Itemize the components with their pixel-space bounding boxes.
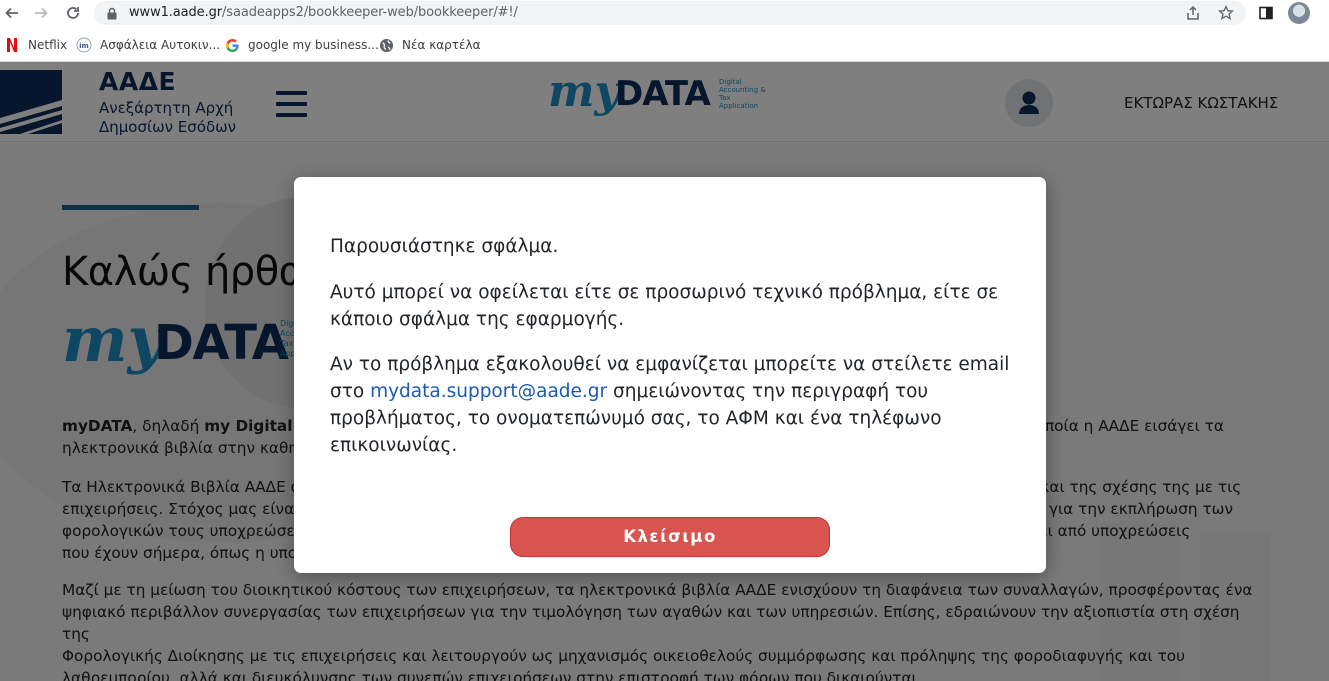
error-title: Παρουσιάστηκε σφάλμα. <box>330 236 559 257</box>
error-cause: Αυτό μπορεί να οφείλεται είτε σε προσωρι… <box>330 282 999 330</box>
reload-button[interactable] <box>62 2 84 24</box>
bookmark-star-button[interactable] <box>1217 4 1235 22</box>
bookmark-insurance[interactable]: im Ασφάλεια Αυτοκιν... <box>76 36 220 54</box>
reload-icon <box>67 7 79 19</box>
support-email-link[interactable]: mydata.support@aade.gr <box>370 381 607 402</box>
share-button[interactable] <box>1184 4 1202 22</box>
error-modal: Παρουσιάστηκε σφάλμα. Αυτό μπορεί να οφε… <box>294 177 1046 573</box>
bookmark-label: Netflix <box>28 38 68 52</box>
share-icon <box>1187 5 1199 20</box>
close-button[interactable]: Κλείσιμο <box>510 517 830 557</box>
bookmarks-bar: Netflix im Ασφάλεια Αυτοκιν... google my… <box>0 27 1329 62</box>
forward-button[interactable] <box>30 2 52 24</box>
url-path: /saadeapps2/bookkeeper-web/bookkeeper/#!… <box>222 5 518 20</box>
im-icon: im <box>76 37 92 53</box>
arrow-left-icon <box>5 7 18 19</box>
side-panel-icon <box>1259 6 1273 20</box>
svg-text:im: im <box>79 42 89 50</box>
google-icon <box>224 37 240 53</box>
back-button[interactable] <box>1 2 23 24</box>
error-support-text: Αν το πρόβλημα εξακολουθεί να εμφανίζετα… <box>330 354 1010 456</box>
star-icon <box>1218 5 1234 20</box>
bookmark-label: google my business... <box>248 38 379 52</box>
netflix-icon <box>4 37 20 53</box>
bookmark-label: Νέα καρτέλα <box>402 38 481 52</box>
address-bar[interactable]: www1.aade.gr/saadeapps2/bookkeeper-web/b… <box>94 1 1246 25</box>
arrow-right-icon <box>35 7 48 19</box>
url-host: www1.aade.gr <box>129 5 223 20</box>
browser-toolbar: www1.aade.gr/saadeapps2/bookkeeper-web/b… <box>0 0 1329 27</box>
bookmark-netflix[interactable]: Netflix <box>4 36 67 54</box>
lock-icon <box>107 7 117 20</box>
profile-avatar[interactable] <box>1288 2 1310 24</box>
globe-icon <box>378 37 394 53</box>
bookmark-new-tab[interactable]: Νέα καρτέλα <box>378 36 481 54</box>
bookmark-google[interactable]: google my business... <box>224 36 379 54</box>
side-panel-button[interactable] <box>1256 3 1276 23</box>
bookmark-label: Ασφάλεια Αυτοκιν... <box>100 38 221 52</box>
url-text: www1.aade.gr/saadeapps2/bookkeeper-web/b… <box>129 5 518 21</box>
